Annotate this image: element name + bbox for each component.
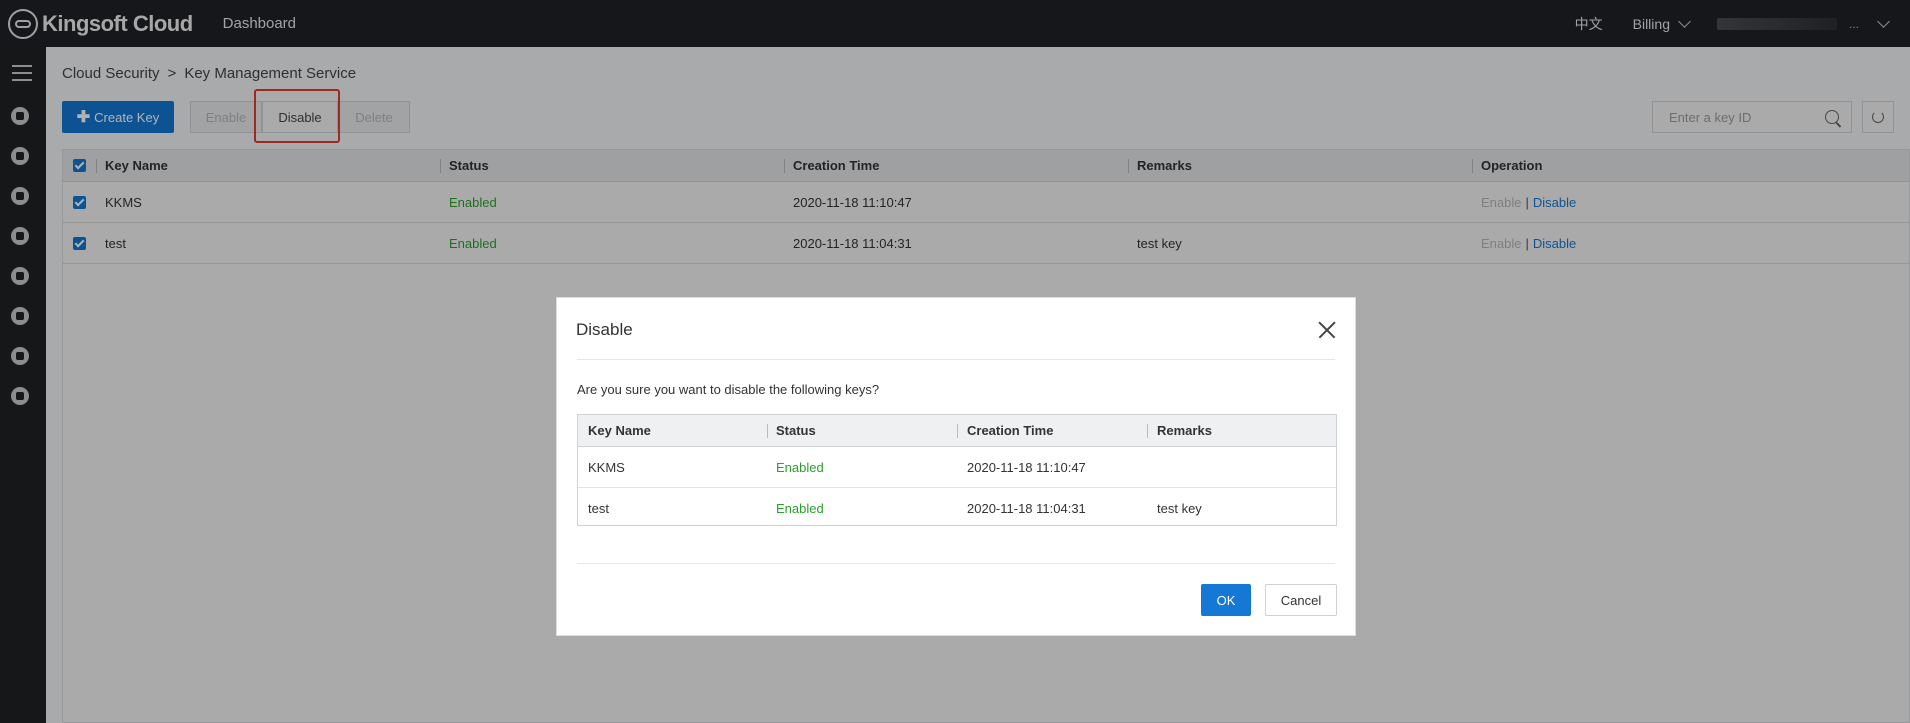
key-remarks: test key	[1157, 500, 1202, 516]
dialog-table-row: KKMS Enabled 2020-11-18 11:10:47	[578, 447, 1336, 488]
dialog-keys-table: Key Name Status Creation Time Remarks KK…	[577, 414, 1337, 526]
key-status: Enabled	[776, 500, 824, 516]
dialog-message: Are you sure you want to disable the fol…	[577, 382, 880, 397]
col-creation-time: Creation Time	[967, 423, 1054, 438]
dialog-table-row: test Enabled 2020-11-18 11:04:31 test ke…	[578, 488, 1336, 528]
cancel-button[interactable]: Cancel	[1265, 584, 1337, 616]
close-icon[interactable]	[1317, 320, 1337, 340]
dialog-title: Disable	[576, 320, 633, 339]
ok-button[interactable]: OK	[1201, 584, 1251, 616]
dialog-divider	[577, 359, 1335, 360]
col-remarks: Remarks	[1157, 423, 1212, 438]
col-status: Status	[776, 423, 816, 438]
key-name: test	[588, 500, 609, 516]
key-name: KKMS	[588, 459, 625, 475]
key-creation-time: 2020-11-18 11:10:47	[967, 459, 1086, 475]
col-key-name: Key Name	[588, 423, 651, 438]
key-creation-time: 2020-11-18 11:04:31	[967, 500, 1086, 516]
dialog-table-header: Key Name Status Creation Time Remarks	[578, 415, 1336, 447]
dialog-footer-divider	[577, 563, 1335, 564]
key-status: Enabled	[776, 459, 824, 475]
disable-dialog: Disable Are you sure you want to disable…	[556, 297, 1356, 636]
